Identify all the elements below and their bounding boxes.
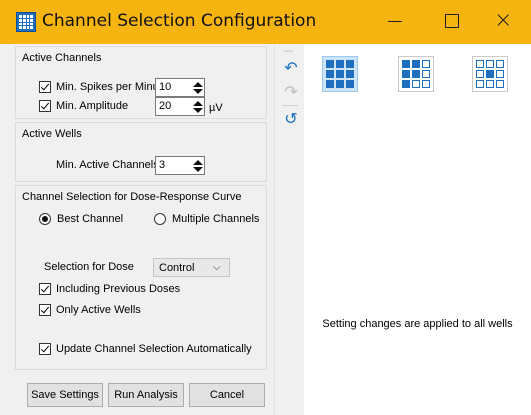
active-wells-group: Active Wells Min. Active Channels 3 (15, 122, 267, 182)
update-auto-checkbox[interactable] (39, 343, 51, 355)
window-title: Channel Selection Configuration (42, 11, 317, 31)
including-previous-checkbox[interactable] (39, 283, 51, 295)
active-wells-title: Active Wells (22, 128, 82, 140)
best-channel-radio[interactable] (39, 213, 51, 225)
multiple-channels-radio[interactable] (154, 213, 166, 225)
vertical-toolbar: ‧‧‧‧‧‧ ↶ ↷ ↺ (274, 44, 304, 415)
spinner-arrows-icon[interactable] (192, 98, 204, 115)
min-amplitude-row[interactable]: Min. Amplitude (39, 100, 128, 112)
min-spikes-value[interactable]: 10 (156, 79, 192, 96)
min-amplitude-value[interactable]: 20 (156, 98, 192, 115)
update-auto-row[interactable]: Update Channel Selection Automatically (39, 343, 252, 355)
close-icon[interactable]: × (494, 8, 522, 36)
min-active-channels-value[interactable]: 3 (156, 157, 192, 174)
toolbar-divider (282, 105, 298, 106)
grip-icon[interactable]: ‧‧‧‧‧‧ (283, 48, 293, 56)
save-settings-button[interactable]: Save Settings (27, 383, 103, 407)
min-amplitude-label: Min. Amplitude (56, 100, 129, 112)
dose-response-group: Channel Selection for Dose-Response Curv… (15, 185, 267, 370)
well-layout-pane: Setting changes are applied to all wells (304, 44, 531, 415)
selection-for-dose-label: Selection for Dose (44, 261, 134, 273)
multiple-channels-option[interactable]: Multiple Channels (154, 213, 259, 225)
best-channel-label: Best Channel (57, 213, 124, 225)
selection-for-dose-value: Control (159, 261, 195, 274)
run-analysis-button[interactable]: Run Analysis (108, 383, 184, 407)
only-active-wells-row[interactable]: Only Active Wells (39, 304, 141, 316)
all-filled-grid-icon[interactable] (322, 56, 358, 92)
partial-grid-icon[interactable] (398, 56, 434, 92)
only-active-wells-checkbox[interactable] (39, 304, 51, 316)
minimize-icon[interactable] (384, 8, 412, 36)
reset-icon[interactable]: ↺ (282, 110, 300, 128)
including-previous-label: Including Previous Doses (56, 283, 181, 295)
maximize-icon[interactable] (440, 8, 468, 36)
settings-pane: Active Channels Min. Spikes per Minute 1… (0, 44, 274, 415)
min-spikes-spinner[interactable]: 10 (155, 78, 205, 97)
redo-icon[interactable]: ↷ (282, 83, 300, 101)
including-previous-row[interactable]: Including Previous Doses (39, 283, 180, 295)
min-active-channels-spinner[interactable]: 3 (155, 156, 205, 175)
min-spikes-checkbox[interactable] (39, 81, 51, 93)
active-channels-title: Active Channels (22, 52, 102, 64)
multiple-channels-label: Multiple Channels (172, 213, 260, 225)
undo-icon[interactable]: ↶ (282, 59, 300, 77)
spinner-arrows-icon[interactable] (192, 157, 204, 174)
min-spikes-label: Min. Spikes per Minute (56, 81, 168, 93)
title-bar: Channel Selection Configuration × (0, 0, 531, 44)
spinner-arrows-icon[interactable] (192, 79, 204, 96)
min-amplitude-checkbox[interactable] (39, 100, 51, 112)
cancel-button[interactable]: Cancel (189, 383, 265, 407)
amplitude-unit: µV (209, 102, 223, 114)
min-active-channels-label: Min. Active Channels (56, 159, 159, 171)
only-active-wells-label: Only Active Wells (56, 304, 141, 316)
best-channel-option[interactable]: Best Channel (39, 213, 123, 225)
update-auto-label: Update Channel Selection Automatically (56, 343, 252, 355)
app-grid-icon (16, 12, 36, 32)
active-channels-group: Active Channels Min. Spikes per Minute 1… (15, 46, 267, 119)
chevron-down-icon: ⌵ (213, 262, 221, 273)
center-only-grid-icon[interactable] (472, 56, 508, 92)
min-amplitude-spinner[interactable]: 20 (155, 97, 205, 116)
min-spikes-row[interactable]: Min. Spikes per Minute (39, 81, 168, 93)
settings-note: Setting changes are applied to all wells (322, 318, 513, 330)
dose-response-title: Channel Selection for Dose-Response Curv… (22, 191, 242, 203)
selection-for-dose-dropdown[interactable]: Control ⌵ (153, 258, 230, 277)
